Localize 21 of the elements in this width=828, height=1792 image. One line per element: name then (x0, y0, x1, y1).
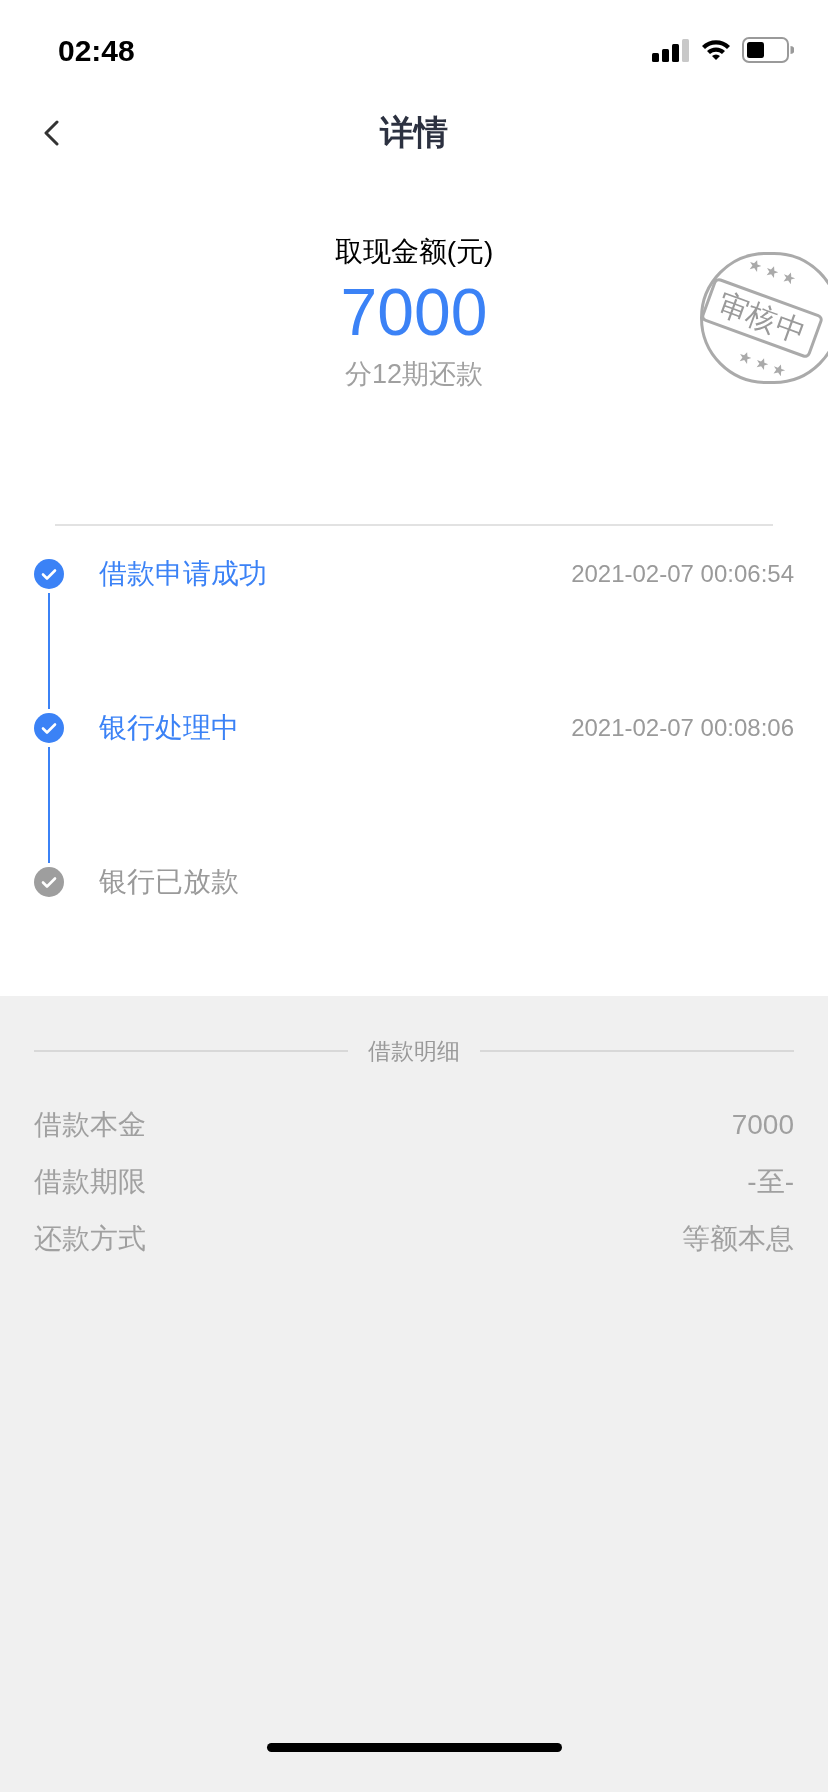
detail-label: 借款本金 (34, 1107, 146, 1142)
section-title: 借款明细 (368, 1037, 460, 1066)
detail-value: 等额本息 (682, 1221, 794, 1256)
wifi-icon (700, 38, 732, 62)
detail-label: 借款期限 (34, 1164, 146, 1199)
installment-text: 分12期还款 (344, 358, 483, 391)
status-stamp: 审核中 (700, 252, 828, 384)
detail-value: 7000 (731, 1107, 794, 1142)
signal-icon (652, 38, 690, 62)
amount-value: 7000 (340, 274, 488, 351)
step-label: 借款申请成功 (99, 557, 267, 591)
status-time: 02:48 (58, 32, 135, 69)
step-label: 银行处理中 (99, 711, 239, 745)
detail-value: -至- (747, 1164, 794, 1199)
page-title: 详情 (380, 111, 448, 153)
amount-label: 取现金额(元) (334, 235, 494, 269)
step-time: 2021-02-07 00:06:54 (571, 559, 794, 589)
battery-icon (742, 37, 794, 63)
detail-label: 还款方式 (34, 1221, 146, 1256)
step-time: 2021-02-07 00:08:06 (571, 713, 794, 743)
step-label: 银行已放款 (99, 865, 239, 899)
